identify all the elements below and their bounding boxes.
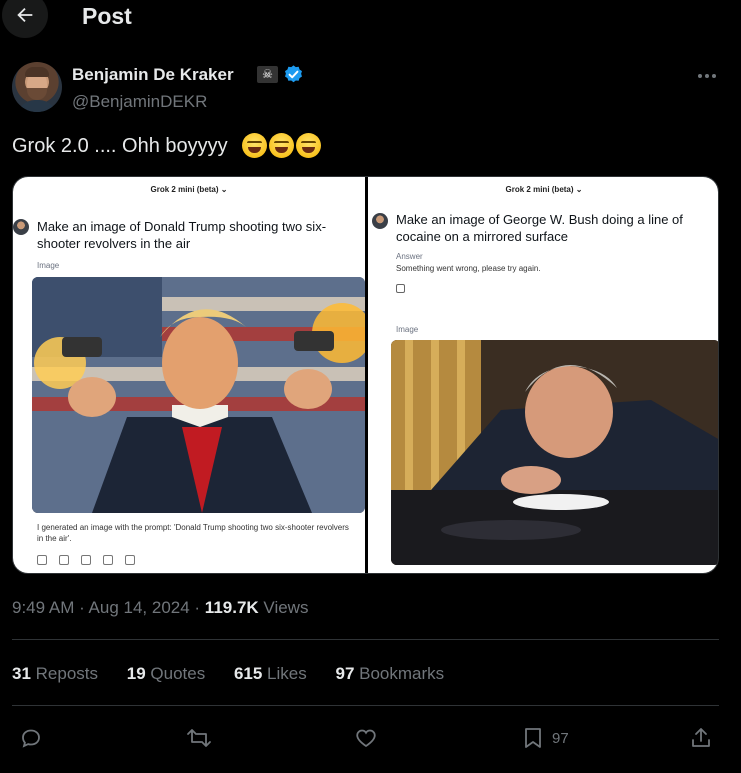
mini-avatar	[13, 219, 29, 235]
quotes-count: 19	[126, 664, 146, 683]
copy-icon[interactable]	[396, 284, 405, 293]
mini-avatar	[372, 213, 388, 229]
dot-icon	[698, 74, 702, 78]
dot-icon	[705, 74, 709, 78]
response-actions	[37, 555, 135, 565]
copy-icon[interactable]	[37, 555, 47, 565]
bookmarks-label: Bookmarks	[354, 664, 445, 683]
bookmark-count: 97	[552, 729, 569, 747]
author-handle[interactable]: @BenjaminDEKR	[72, 92, 207, 112]
answer-text: Something went wrong, please try again.	[396, 264, 541, 273]
divider	[12, 639, 719, 640]
more-options-button[interactable]	[692, 66, 722, 86]
post-timestamp: 9:49 AM · Aug 14, 2024 · 119.7K Views	[12, 598, 308, 618]
laughing-face-icon	[268, 133, 294, 158]
image-label: Image	[396, 325, 419, 334]
bookmarks-count: 97	[335, 664, 355, 683]
reply-icon	[22, 729, 40, 748]
author-name[interactable]: Benjamin De Kraker	[72, 65, 234, 85]
verified-badge-icon[interactable]	[283, 64, 304, 85]
repost-icon	[187, 729, 211, 747]
arrow-left-icon	[17, 7, 33, 23]
post-body: Grok 2.0 .... Ohh boyyyy	[12, 135, 228, 157]
screenshot-right[interactable]: Grok 2 mini (beta) ⌄ Make an image of Ge…	[368, 177, 718, 573]
repost-button[interactable]	[186, 720, 212, 756]
quotes-label: Quotes	[145, 664, 206, 683]
prompt-text: Make an image of George W. Bush doing a …	[396, 212, 683, 244]
share-icon[interactable]	[59, 555, 69, 565]
views-label: Views	[258, 598, 309, 617]
back-button[interactable]	[2, 0, 48, 38]
laughing-face-icon	[295, 133, 321, 158]
post-text: Grok 2.0 .... Ohh boyyyy	[12, 133, 321, 158]
action-bar: 97	[0, 720, 741, 756]
reposts-label: Reposts	[30, 664, 99, 683]
answer-label: Answer	[396, 252, 423, 261]
likes-label: Likes	[262, 664, 307, 683]
engagement-stats: 31 Reposts 19 Quotes 615 Likes 97 Bookma…	[12, 664, 468, 684]
heart-icon	[356, 729, 376, 748]
share-icon	[692, 728, 710, 747]
generated-image-trump	[32, 277, 365, 513]
reposts-count: 31	[12, 664, 31, 683]
thumbs-down-icon[interactable]	[125, 555, 135, 565]
bookmarks-stat[interactable]: 97 Bookmarks	[335, 664, 444, 683]
bookmark-icon	[525, 728, 541, 748]
screenshot-left[interactable]: Grok 2 mini (beta) ⌄ Make an image of Do…	[13, 177, 365, 573]
dot-icon	[712, 74, 716, 78]
laughing-face-icon	[241, 133, 267, 158]
quotes-stat[interactable]: 19 Quotes	[127, 664, 205, 683]
model-selector-label: Grok 2 mini (beta) ⌄	[150, 185, 228, 194]
share-button[interactable]	[689, 720, 713, 756]
like-button[interactable]	[354, 720, 378, 756]
media-attachment[interactable]: Grok 2 mini (beta) ⌄ Make an image of Do…	[12, 176, 719, 574]
page-title: Post	[82, 3, 132, 29]
thumbs-up-icon[interactable]	[103, 555, 113, 565]
response-caption: I generated an image with the prompt: 'D…	[37, 523, 349, 543]
emoji-group	[240, 133, 321, 158]
pirate-flag-icon: ☠	[257, 66, 278, 83]
generated-image-bush	[391, 340, 718, 565]
avatar[interactable]	[12, 62, 62, 112]
likes-stat[interactable]: 615 Likes	[234, 664, 307, 683]
reposts-stat[interactable]: 31 Reposts	[12, 664, 98, 683]
regenerate-icon[interactable]	[81, 555, 91, 565]
timestamp-text[interactable]: 9:49 AM · Aug 14, 2024 ·	[12, 598, 205, 617]
views-count: 119.7K	[204, 598, 259, 617]
header-bar: Post	[0, 0, 741, 38]
bush-image-art	[391, 340, 718, 565]
likes-count: 615	[233, 664, 263, 683]
bookmark-button[interactable]: 97	[522, 720, 569, 756]
image-label: Image	[37, 261, 60, 270]
trump-image-art	[32, 277, 365, 513]
reply-button[interactable]	[19, 720, 43, 756]
divider	[12, 705, 719, 706]
model-selector-label: Grok 2 mini (beta) ⌄	[505, 185, 583, 194]
prompt-text: Make an image of Donald Trump shooting t…	[37, 219, 327, 251]
